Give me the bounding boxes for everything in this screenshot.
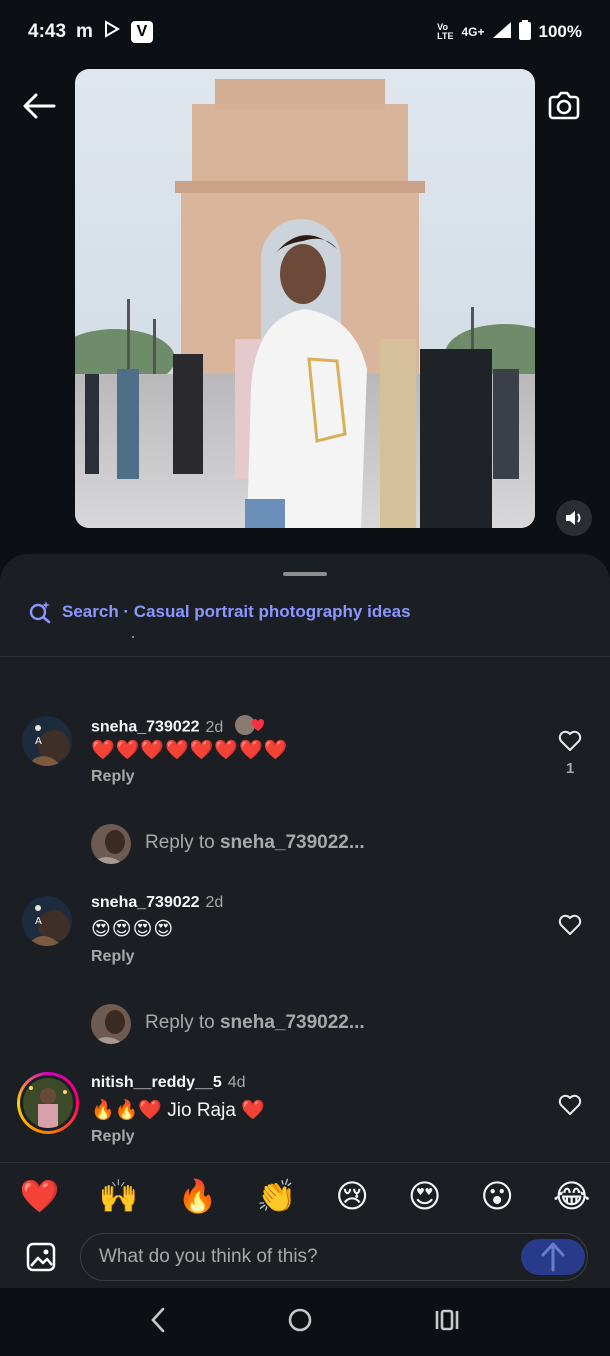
avatar [23, 1078, 73, 1128]
comment-input[interactable]: What do you think of this? [80, 1233, 588, 1281]
comment-composer: What do you think of this? [0, 1230, 610, 1288]
recents-icon [435, 1309, 458, 1330]
svg-text:A: A [35, 736, 42, 747]
comment-text: 😍😍😍😍 [91, 919, 175, 940]
arrow-up-icon [541, 1242, 565, 1272]
image-icon [26, 1242, 56, 1272]
comment-header: sneha_739022 2d [91, 714, 266, 741]
heart-outline-icon [558, 914, 582, 935]
reaction-raised-hands[interactable]: 🙌 [99, 1177, 139, 1215]
back-arrow-icon [23, 93, 56, 119]
speaker-icon [566, 511, 581, 525]
reply-button[interactable]: Reply [91, 768, 135, 786]
search-suggestion[interactable]: Search · Casual portrait photography ide… [28, 600, 411, 624]
reply-button[interactable]: Reply [91, 948, 135, 966]
comment-input-placeholder: What do you think of this? [99, 1246, 318, 1267]
send-button[interactable] [521, 1239, 585, 1275]
nav-home-button[interactable] [287, 1307, 313, 1338]
reply-button[interactable]: Reply [91, 1128, 135, 1146]
nav-back-button[interactable] [150, 1307, 166, 1338]
chevron-left-icon [151, 1307, 165, 1332]
reaction-wow[interactable]: 😮 [481, 1177, 514, 1215]
reaction-laugh[interactable]: 😂 [553, 1177, 590, 1215]
comment-time: 2d [205, 894, 224, 911]
comment-time: 4d [227, 1074, 246, 1091]
sparkle-search-icon [29, 601, 51, 624]
sheet-grabber[interactable] [283, 572, 327, 576]
avatar-story-ring[interactable] [17, 1072, 79, 1134]
my-avatar [91, 824, 131, 864]
svg-text:A: A [35, 916, 42, 927]
reaction-heart-eyes[interactable]: 😍 [408, 1177, 441, 1215]
reaction-fire[interactable]: 🔥 [178, 1177, 218, 1215]
reply-prompt-text: Reply to sneha_739022... [145, 832, 365, 853]
post-photo[interactable] [75, 69, 535, 528]
quick-reactions-bar: ❤️ 🙌 🔥 👏 😢 😍 😮 😂 [0, 1168, 610, 1224]
network-type: 4G+ [461, 25, 485, 39]
my-avatar [91, 1004, 131, 1044]
creator-liked-icon [234, 714, 266, 741]
like-button[interactable] [558, 730, 582, 757]
avatar[interactable]: A [22, 896, 72, 946]
heart-outline-icon [558, 1094, 582, 1115]
heart-outline-icon [558, 730, 582, 751]
reaction-clap[interactable]: 👏 [257, 1177, 297, 1215]
battery-level: 100% [538, 22, 582, 41]
status-time: 4:43 [28, 21, 67, 42]
like-count: 1 [566, 760, 575, 777]
dot-indicator [132, 636, 134, 638]
back-button[interactable] [19, 86, 59, 126]
system-nav-bar [0, 1288, 610, 1356]
gallery-button[interactable] [26, 1242, 56, 1277]
reaction-cry[interactable]: 😢 [336, 1177, 369, 1215]
nav-recents-button[interactable] [434, 1309, 460, 1336]
sheet-divider [0, 656, 610, 657]
comment-username[interactable]: nitish__reddy__5 [91, 1074, 222, 1091]
comment-time: 2d [205, 718, 224, 736]
comment-username[interactable]: sneha_739022 [91, 719, 200, 736]
status-bar: 4:43 m V Vo LTE 4G+ 100% [0, 0, 610, 64]
camera-icon [548, 91, 580, 120]
carrier-mark: m [76, 21, 93, 42]
comment-text: ❤️❤️❤️❤️❤️❤️❤️❤️ [91, 740, 289, 761]
comment-header: sneha_739022 2d [91, 894, 223, 912]
like-button[interactable] [558, 914, 582, 941]
play-store-icon [103, 20, 121, 44]
reply-prompt-text: Reply to sneha_739022... [145, 1012, 365, 1033]
volte-indicator: Vo LTE [437, 22, 454, 41]
camera-button[interactable] [544, 86, 584, 126]
sound-toggle-button[interactable] [556, 500, 592, 536]
comment-header: nitish__reddy__5 4d [91, 1074, 246, 1092]
like-button[interactable] [558, 1094, 582, 1121]
v-app-icon: V [130, 21, 153, 43]
comment-text: 🔥🔥❤️ Jio Raja ❤️ [91, 1100, 265, 1121]
signal-icon [492, 21, 511, 43]
composer-divider [0, 1162, 610, 1163]
battery-icon [518, 19, 531, 45]
avatar[interactable]: A [22, 716, 72, 766]
home-circle-icon [288, 1308, 312, 1331]
comment-username[interactable]: sneha_739022 [91, 894, 200, 911]
reaction-heart[interactable]: ❤️ [20, 1177, 60, 1215]
search-suggestion-label: Search · Casual portrait photography ide… [62, 602, 411, 621]
